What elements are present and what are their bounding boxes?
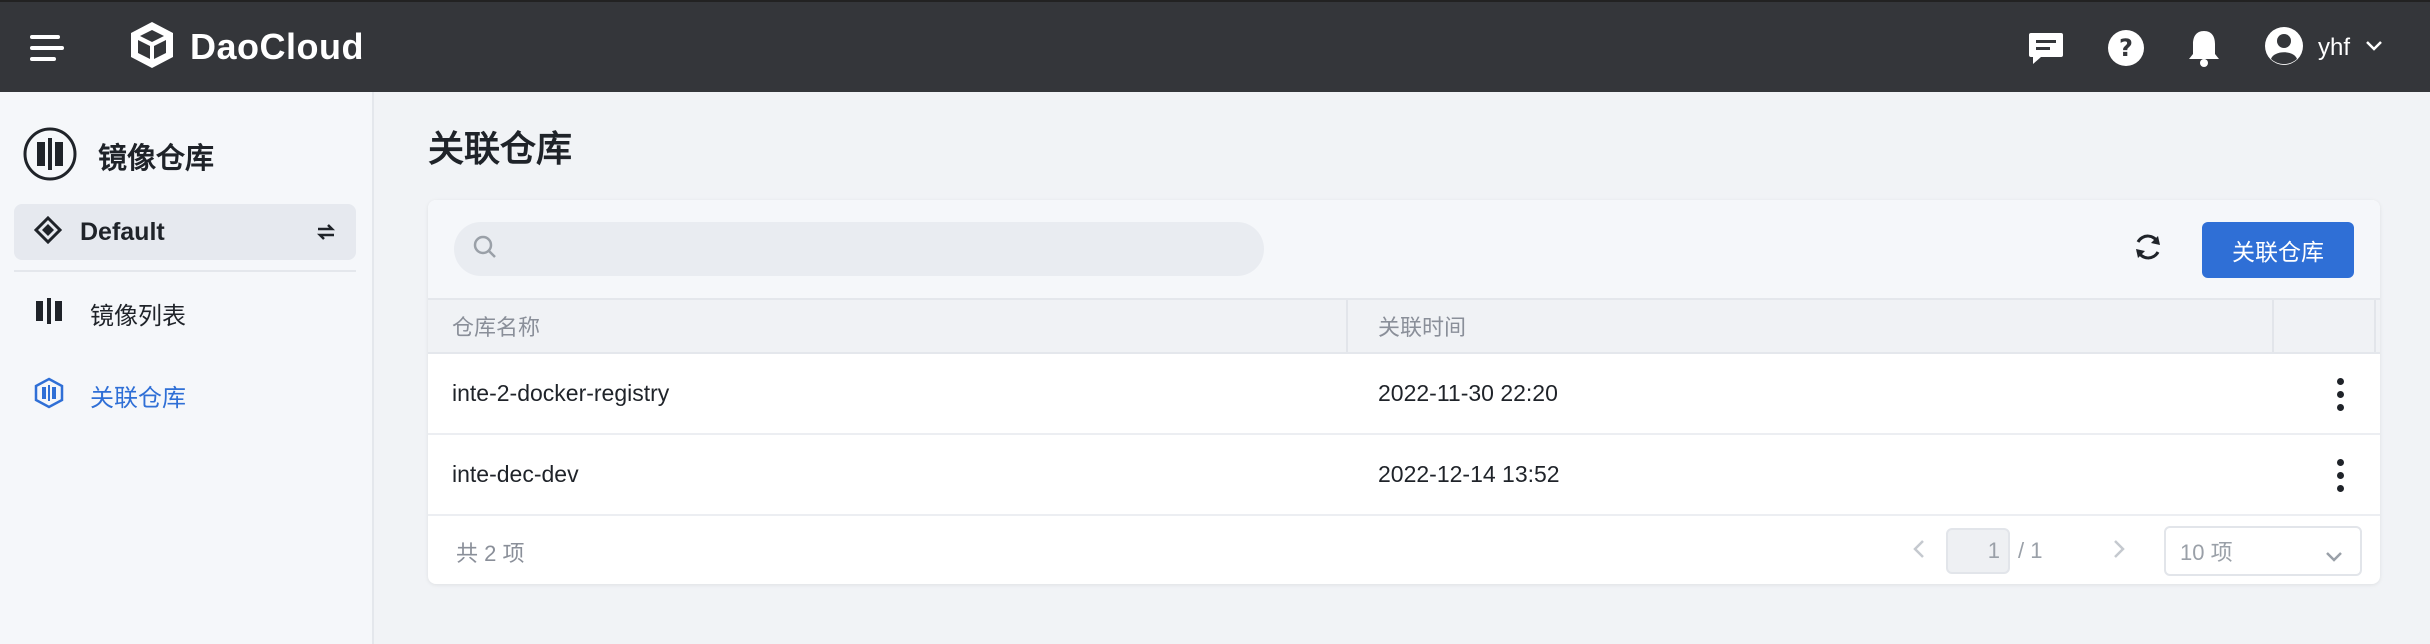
total-count: 共 2 项 [456,541,525,566]
module-header: 镜像仓库 [22,126,214,186]
chevron-down-icon [2324,544,2344,570]
user-menu[interactable]: yhf [2264,26,2384,70]
refresh-button[interactable] [2128,229,2168,269]
chevron-down-icon [2364,39,2384,58]
top-bar: DaoCloud ? yhf [0,0,2430,92]
page-size-value: 10 项 [2180,540,2233,565]
registry-icon [34,377,64,414]
page-number-input[interactable]: 1 [1946,528,2010,574]
chevron-left-icon [1912,538,1926,565]
image-list-icon [34,296,64,331]
column-header-registry-name[interactable]: 仓库名称 [452,300,540,352]
module-title: 镜像仓库 [98,143,215,175]
sidebar-item-label: 关联仓库 [90,384,186,412]
brand[interactable]: DaoCloud [126,20,364,74]
bell-icon[interactable] [2184,28,2224,68]
search-box[interactable] [454,222,1264,276]
associated-time-cell: 2022-12-14 13:52 [1378,461,1560,487]
user-name: yhf [2318,34,2351,61]
more-actions-icon[interactable] [2324,455,2356,495]
page-title: 关联仓库 [428,128,573,169]
help-icon[interactable]: ? [2106,28,2146,68]
user-avatar-icon [2264,26,2304,71]
search-input[interactable] [512,236,1212,262]
message-icon[interactable] [2026,28,2066,68]
page-size-select[interactable]: 10 项 [2164,526,2362,576]
registry-table-card: 关联仓库 仓库名称 关联时间 inte-2-docker-registry 20… [428,200,2380,584]
chevron-right-icon [2112,538,2126,565]
svg-text:?: ? [2119,34,2133,62]
more-actions-icon[interactable] [2324,374,2356,414]
column-separator [1346,300,1348,352]
prev-page-button[interactable] [1904,534,1934,568]
registry-name-cell: inte-dec-dev [452,461,579,487]
pagination: 共 2 项 1 / 1 10 项 [428,518,2380,584]
sidebar-item-label: 镜像列表 [90,302,186,330]
menu-icon[interactable] [30,35,64,61]
column-separator [2374,300,2376,352]
column-separator [2272,300,2274,352]
daocloud-logo-icon [126,19,178,76]
workspace-icon [33,215,63,249]
switch-icon[interactable] [314,220,338,249]
page-total: / 1 [2018,538,2043,563]
sidebar-item-image-list[interactable]: 镜像列表 [14,282,356,344]
sidebar-item-associated-registry[interactable]: 关联仓库 [14,364,356,426]
search-icon [472,234,498,265]
column-header-associated-time[interactable]: 关联时间 [1378,300,1466,352]
workspace-selector[interactable]: Default [14,204,356,260]
table-row[interactable]: inte-2-docker-registry 2022-11-30 22:20 [428,354,2380,435]
refresh-icon [2131,230,2165,269]
associated-time-cell: 2022-11-30 22:20 [1378,380,1558,406]
sidebar: 镜像仓库 Default 镜像列表 关联仓库 [0,92,374,644]
table-header: 仓库名称 关联时间 [428,298,2380,354]
table-toolbar: 关联仓库 [428,200,2380,298]
next-page-button[interactable] [2104,534,2134,568]
brand-name: DaoCloud [190,26,364,67]
registry-module-icon [22,126,78,187]
associate-registry-button[interactable]: 关联仓库 [2202,222,2354,278]
table-row[interactable]: inte-dec-dev 2022-12-14 13:52 [428,435,2380,516]
registry-name-cell: inte-2-docker-registry [452,380,670,406]
sidebar-divider [14,270,356,272]
workspace-name: Default [80,217,165,246]
